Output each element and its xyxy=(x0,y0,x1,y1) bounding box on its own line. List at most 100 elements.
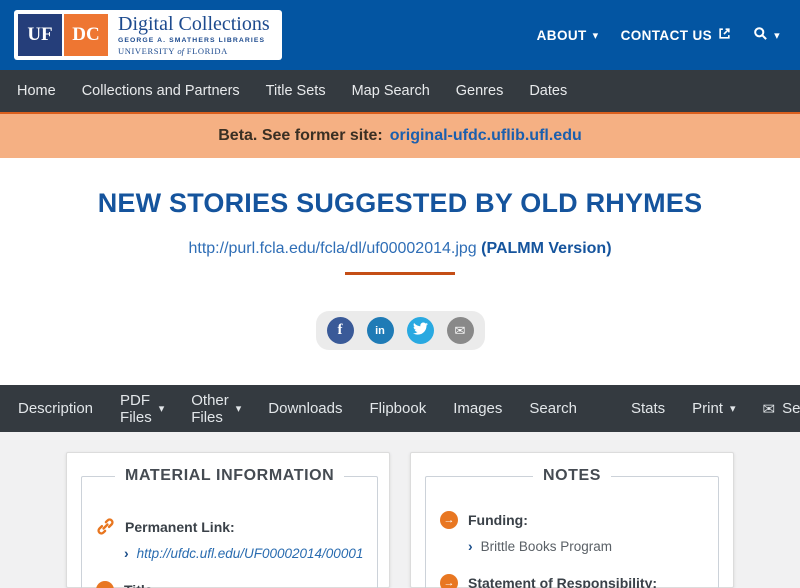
logo-florida: FLORIDA xyxy=(186,45,228,56)
toolbar-downloads[interactable]: Downloads xyxy=(268,400,342,417)
material-information-heading: MATERIAL INFORMATION xyxy=(125,467,335,484)
permanent-link-value-row: › http://ufdc.ufl.edu/UF00002014/00001 xyxy=(124,545,363,561)
facebook-share-button[interactable]: f xyxy=(326,317,354,344)
images-label: Images xyxy=(453,400,503,417)
toolbar-description[interactable]: Description xyxy=(18,400,93,417)
beta-banner: Beta. See former site: original-ufdc.ufl… xyxy=(0,112,800,158)
chevron-down-icon: ▾ xyxy=(592,29,599,42)
toolbar-stats[interactable]: Stats xyxy=(631,400,665,417)
item-toolbar: Description PDF Files ▾ Other Files ▾ Down… xyxy=(0,385,800,432)
linkedin-share-button[interactable]: in xyxy=(366,317,394,344)
chevron-right-icon: › xyxy=(468,538,473,554)
nav-item-dates[interactable]: Dates xyxy=(516,83,580,99)
about-menu[interactable]: ABOUT ▾ xyxy=(537,28,599,43)
arrow-glyph: → xyxy=(443,576,455,588)
nav-item-map-search[interactable]: Map Search xyxy=(339,83,443,99)
notes-fieldset: NOTES → Funding: › Brittle Books Program… xyxy=(425,467,719,588)
flipbook-label: Flipbook xyxy=(369,400,427,417)
downloads-label: Downloads xyxy=(268,400,343,417)
arrow-right-icon: → xyxy=(96,581,114,588)
funding-label: Funding: xyxy=(468,512,528,528)
logo-subtitle-university: UNIVERSITY of FLORIDA xyxy=(118,45,270,56)
external-link-icon xyxy=(718,27,731,43)
about-label: ABOUT xyxy=(536,27,587,43)
chevron-down-icon: ▾ xyxy=(729,403,736,415)
main-navbar: Home Collections and Partners Title Sets… xyxy=(0,70,800,112)
arrow-glyph: → xyxy=(443,513,455,526)
linkedin-icon: in xyxy=(375,324,385,337)
purl-line: http://purl.fcla.edu/fcla/dl/uf00002014.… xyxy=(0,240,800,258)
uf-logo-block: UF xyxy=(18,14,62,56)
responsibility-label-row: → Statement of Responsibility: xyxy=(440,574,704,588)
toolbar-flipbook[interactable]: Flipbook xyxy=(370,400,427,417)
pdf-files-label: PDF Files xyxy=(120,391,152,426)
nav-item-collections-and-partners[interactable]: Collections and Partners xyxy=(69,83,253,99)
palmm-version-label: (PALMM Version) xyxy=(481,240,612,257)
nav-item-home[interactable]: Home xyxy=(4,83,69,99)
arrow-right-icon: → xyxy=(440,511,458,529)
twitter-share-button[interactable] xyxy=(406,317,434,344)
funding-value: Brittle Books Program xyxy=(480,539,612,554)
arrow-glyph: → xyxy=(100,584,111,588)
responsibility-label: Statement of Responsibility: xyxy=(468,575,658,588)
former-site-link[interactable]: original-ufdc.uflib.ufl.edu xyxy=(390,127,582,145)
beta-banner-text: Beta. See former site: xyxy=(218,127,383,144)
chevron-down-icon: ▾ xyxy=(774,29,780,42)
material-information-card: MATERIAL INFORMATION Permanent Link: › h… xyxy=(66,452,390,588)
arrow-right-icon: → xyxy=(440,574,458,588)
chevron-down-icon: ▾ xyxy=(158,403,165,415)
facebook-icon: f xyxy=(337,322,343,338)
funding-label-row: → Funding: xyxy=(440,511,704,529)
search-menu[interactable]: ▾ xyxy=(753,26,780,44)
permanent-link-label: Permanent Link: xyxy=(125,518,235,535)
twitter-icon xyxy=(412,321,428,341)
page: UF DC Digital Collections GEORGE A. SMAT… xyxy=(0,0,800,588)
toolbar-send[interactable]: ✉ Send xyxy=(763,400,800,418)
chain-link-icon xyxy=(96,517,115,536)
nav-item-title-sets[interactable]: Title Sets xyxy=(253,83,339,99)
search-icon xyxy=(753,26,768,44)
logo-title: Digital Collections xyxy=(118,13,270,36)
dc-logo-block: DC xyxy=(64,14,108,56)
material-information-fieldset: MATERIAL INFORMATION Permanent Link: › h… xyxy=(81,467,379,588)
title-group: → Title: xyxy=(96,581,363,588)
chevron-right-icon: › xyxy=(124,545,129,561)
responsibility-group: → Statement of Responsibility: › By Sir … xyxy=(440,574,704,588)
orange-divider xyxy=(345,272,455,275)
chevron-down-icon: ▾ xyxy=(235,403,242,415)
header-nav: ABOUT ▾ CONTACT US ▾ xyxy=(537,26,780,44)
toolbar-search[interactable]: Search xyxy=(529,400,577,417)
permanent-link-group: Permanent Link: › http://ufdc.ufl.edu/UF… xyxy=(96,517,363,561)
item-heading-section: NEW STORIES SUGGESTED BY OLD RHYMES http… xyxy=(0,158,800,350)
toolbar-print[interactable]: Print ▾ xyxy=(692,400,735,417)
stats-label: Stats xyxy=(630,400,666,417)
envelope-icon: ✉ xyxy=(762,400,776,418)
toolbar-other-files[interactable]: Other Files ▾ xyxy=(191,392,241,426)
nav-item-genres[interactable]: Genres xyxy=(443,83,517,99)
logo-of: of xyxy=(177,45,185,56)
send-label: Send xyxy=(782,400,800,417)
item-title: NEW STORIES SUGGESTED BY OLD RHYMES xyxy=(97,188,703,218)
permanent-link-url[interactable]: http://ufdc.ufl.edu/UF00002014/00001 xyxy=(137,546,364,561)
title-label-row: → Title: xyxy=(96,581,363,588)
funding-value-row: › Brittle Books Program xyxy=(468,538,704,554)
social-share-wrap: f in ✉ xyxy=(0,311,800,350)
toolbar-pdf-files[interactable]: PDF Files ▾ xyxy=(120,392,164,426)
permanent-link-label-row: Permanent Link: xyxy=(96,517,363,536)
title-label: Title: xyxy=(124,582,157,588)
logo-subtitle-libraries: GEORGE A. SMATHERS LIBRARIES xyxy=(118,37,266,45)
toolbar-images[interactable]: Images xyxy=(453,400,502,417)
notes-heading: NOTES xyxy=(542,467,602,484)
notes-card: NOTES → Funding: › Brittle Books Program… xyxy=(410,452,734,588)
funding-group: → Funding: › Brittle Books Program xyxy=(440,511,704,554)
envelope-icon: ✉ xyxy=(454,322,466,338)
purl-link[interactable]: http://purl.fcla.edu/fcla/dl/uf00002014.… xyxy=(188,240,476,257)
contact-us-label: CONTACT US xyxy=(620,27,713,43)
metadata-section: MATERIAL INFORMATION Permanent Link: › h… xyxy=(0,432,800,588)
contact-us-link[interactable]: CONTACT US xyxy=(621,27,732,43)
email-share-button[interactable]: ✉ xyxy=(446,317,474,344)
site-header: UF DC Digital Collections GEORGE A. SMAT… xyxy=(0,0,800,70)
search-label: Search xyxy=(529,400,577,417)
ufdc-logo[interactable]: UF DC Digital Collections GEORGE A. SMAT… xyxy=(14,10,282,60)
description-label: Description xyxy=(18,400,94,417)
